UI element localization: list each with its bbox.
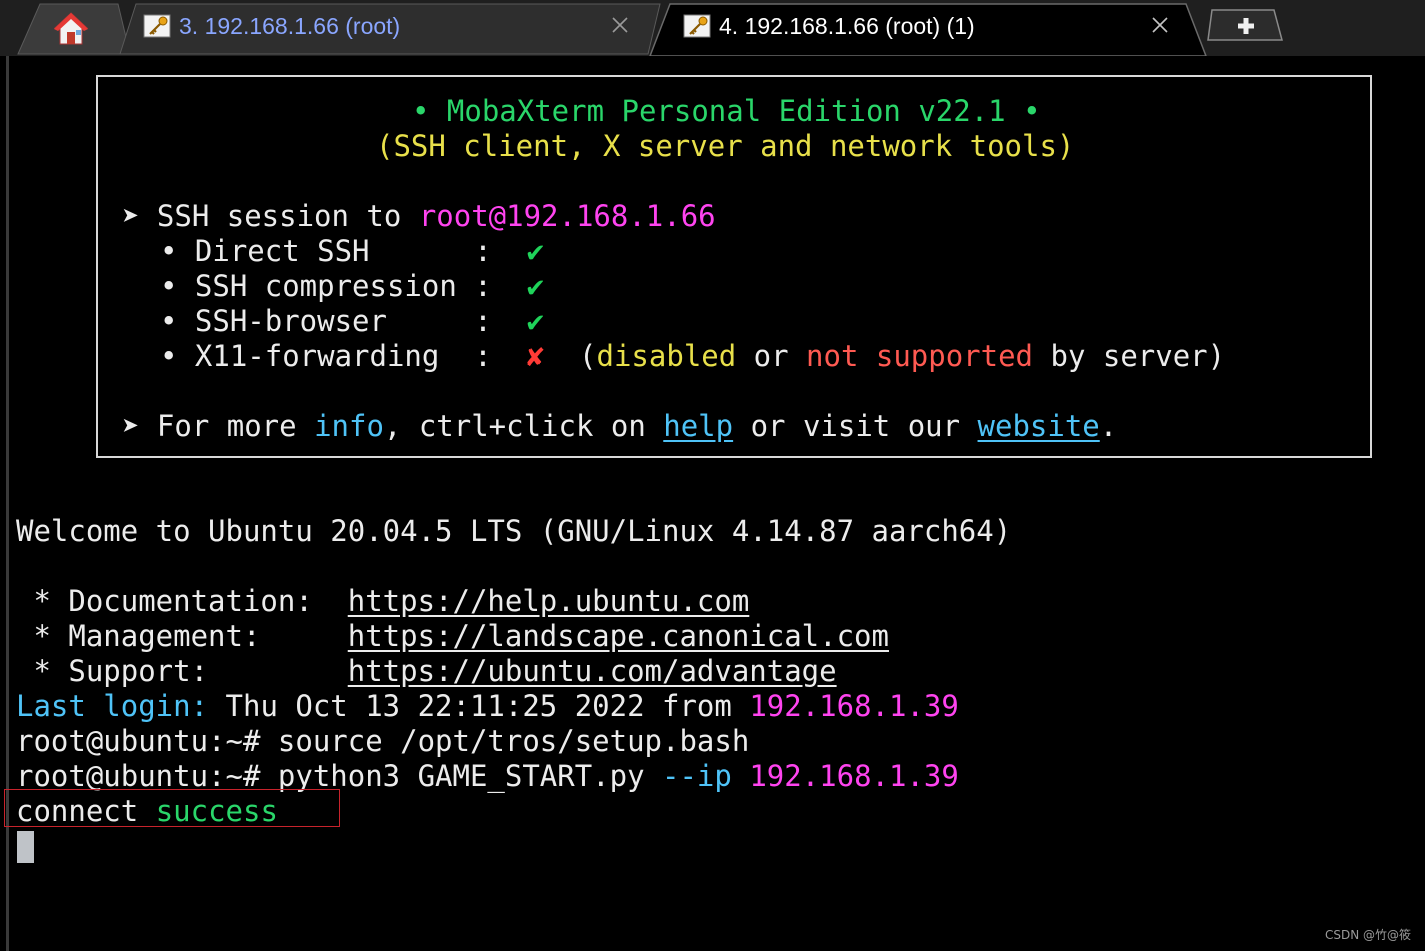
feature-ssh-compression: • SSH compression : ✔ <box>160 269 545 303</box>
management-line: * Management: https://landscape.canonica… <box>16 619 889 653</box>
key-icon <box>683 14 711 38</box>
terminal-area[interactable]: • MobaXterm Personal Edition v22.1 • (SS… <box>0 56 1425 951</box>
banner-title: • MobaXterm Personal Edition v22.1 • <box>412 94 1041 128</box>
tab-label: 4. 192.168.1.66 (root) (1) <box>719 13 975 39</box>
cross-icon: ✘ <box>526 339 545 373</box>
feature-x11-forwarding: • X11-forwarding : ✘ (disabled or not su… <box>160 339 1226 373</box>
last-login-line: Last login: Thu Oct 13 22:11:25 2022 fro… <box>16 689 959 723</box>
check-icon: ✔ <box>526 304 545 338</box>
doc-link[interactable]: https://help.ubuntu.com <box>348 584 750 618</box>
feature-ssh-browser: • SSH-browser : ✔ <box>160 304 545 338</box>
home-icon[interactable] <box>52 10 90 46</box>
close-icon[interactable] <box>609 14 631 36</box>
tab-label: 3. 192.168.1.66 (root) <box>179 13 401 39</box>
command-line: root@ubuntu:~# source /opt/tros/setup.ba… <box>16 724 750 758</box>
banner-subtitle: (SSH client, X server and network tools) <box>376 129 1075 163</box>
check-icon: ✔ <box>526 234 545 268</box>
more-info-line: ➤ For more info, ctrl+click on help or v… <box>122 409 1118 443</box>
shell-prompt: root@ubuntu:~# <box>16 724 278 758</box>
watermark: CSDN @竹@筱 <box>1324 928 1411 942</box>
website-link[interactable]: website <box>978 409 1100 443</box>
highlight-annotation <box>4 789 340 827</box>
welcome-line: Welcome to Ubuntu 20.04.5 LTS (GNU/Linux… <box>16 514 1012 548</box>
check-icon: ✔ <box>526 269 545 303</box>
support-link[interactable]: https://ubuntu.com/advantage <box>348 654 837 688</box>
close-icon[interactable] <box>1149 14 1171 36</box>
management-link[interactable]: https://landscape.canonical.com <box>348 619 889 653</box>
tab-bar: 3. 192.168.1.66 (root) 4. 192.168.1.66 (… <box>0 0 1425 56</box>
terminal-cursor <box>17 831 34 863</box>
doc-line: * Documentation: https://help.ubuntu.com <box>16 584 750 618</box>
info-word: info <box>314 409 384 443</box>
ssh-session-line: ➤ SSH session to root@192.168.1.66 <box>122 199 716 233</box>
ssh-target: root@192.168.1.66 <box>418 199 716 233</box>
feature-direct-ssh: • Direct SSH : ✔ <box>160 234 545 268</box>
plus-icon[interactable] <box>1214 12 1278 40</box>
key-icon <box>143 14 171 38</box>
help-link[interactable]: help <box>663 409 733 443</box>
support-line: * Support: https://ubuntu.com/advantage <box>16 654 837 688</box>
shell-prompt: root@ubuntu:~# <box>16 759 278 793</box>
